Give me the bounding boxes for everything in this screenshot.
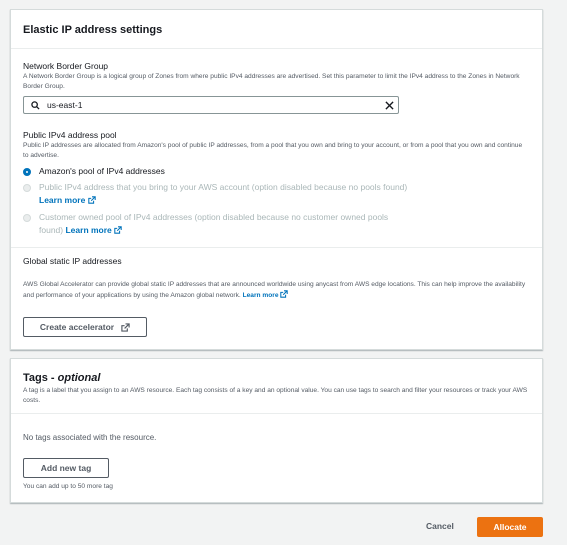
global-static-ip-label: Global static IP addresses <box>23 256 122 266</box>
global-static-ip-description: AWS Global Accelerator can provide globa… <box>23 281 526 299</box>
option-byoip-pool: Public IPv4 address that you bring to yo… <box>39 181 409 207</box>
external-link-icon <box>280 290 289 298</box>
network-border-group-search[interactable]: us-east-1 <box>23 96 399 114</box>
option-customer-owned-pool: Customer owned pool of IPv4 addresses (o… <box>39 211 409 237</box>
network-border-group-label: Network Border Group <box>23 61 109 71</box>
radio-customer-owned-pool <box>23 214 31 222</box>
external-link-icon <box>114 226 122 234</box>
radio-amazon-pool[interactable] <box>23 168 31 176</box>
tags-description: A tag is a label that you assign to an A… <box>23 387 528 404</box>
create-accelerator-button[interactable]: Create accelerator <box>23 317 147 337</box>
panel-header: Elastic IP address settings <box>11 10 542 49</box>
external-link-icon <box>121 322 130 332</box>
no-tags-text: No tags associated with the resource. <box>23 433 157 442</box>
customer-owned-learn-more-link[interactable]: Learn more <box>65 225 122 235</box>
clear-icon[interactable] <box>385 101 394 110</box>
tags-title: Tags - optional <box>23 372 101 384</box>
panel-title: Elastic IP address settings <box>23 24 163 36</box>
tag-limit-text: You can add up to 50 more tag <box>23 483 113 490</box>
add-new-tag-button[interactable]: Add new tag <box>23 458 109 478</box>
elastic-ip-settings-panel: Elastic IP address settings Network Bord… <box>10 9 543 350</box>
search-icon <box>31 101 40 110</box>
tags-panel: Tags - optional A tag is a label that yo… <box>10 358 543 503</box>
option-amazon-pool-label[interactable]: Amazon's pool of IPv4 addresses <box>39 165 165 178</box>
network-border-group-description: A Network Border Group is a logical grou… <box>23 73 520 90</box>
byoip-learn-more-link[interactable]: Learn more <box>39 195 96 205</box>
ipv4-pool-description: Public IP addresses are allocated from A… <box>23 142 523 159</box>
tags-header: Tags - optional A tag is a label that yo… <box>11 359 542 414</box>
allocate-button[interactable]: Allocate <box>477 517 543 537</box>
option-byoip-label: Public IPv4 address that you bring to yo… <box>39 182 408 192</box>
ipv4-pool-label: Public IPv4 address pool <box>23 130 117 140</box>
section-divider <box>11 247 542 248</box>
search-input-value[interactable]: us-east-1 <box>47 100 82 110</box>
external-link-icon <box>87 196 96 204</box>
cancel-button[interactable]: Cancel <box>426 521 454 531</box>
radio-byoip-pool <box>23 184 31 192</box>
global-accelerator-learn-more-link[interactable]: Learn more <box>243 290 289 299</box>
